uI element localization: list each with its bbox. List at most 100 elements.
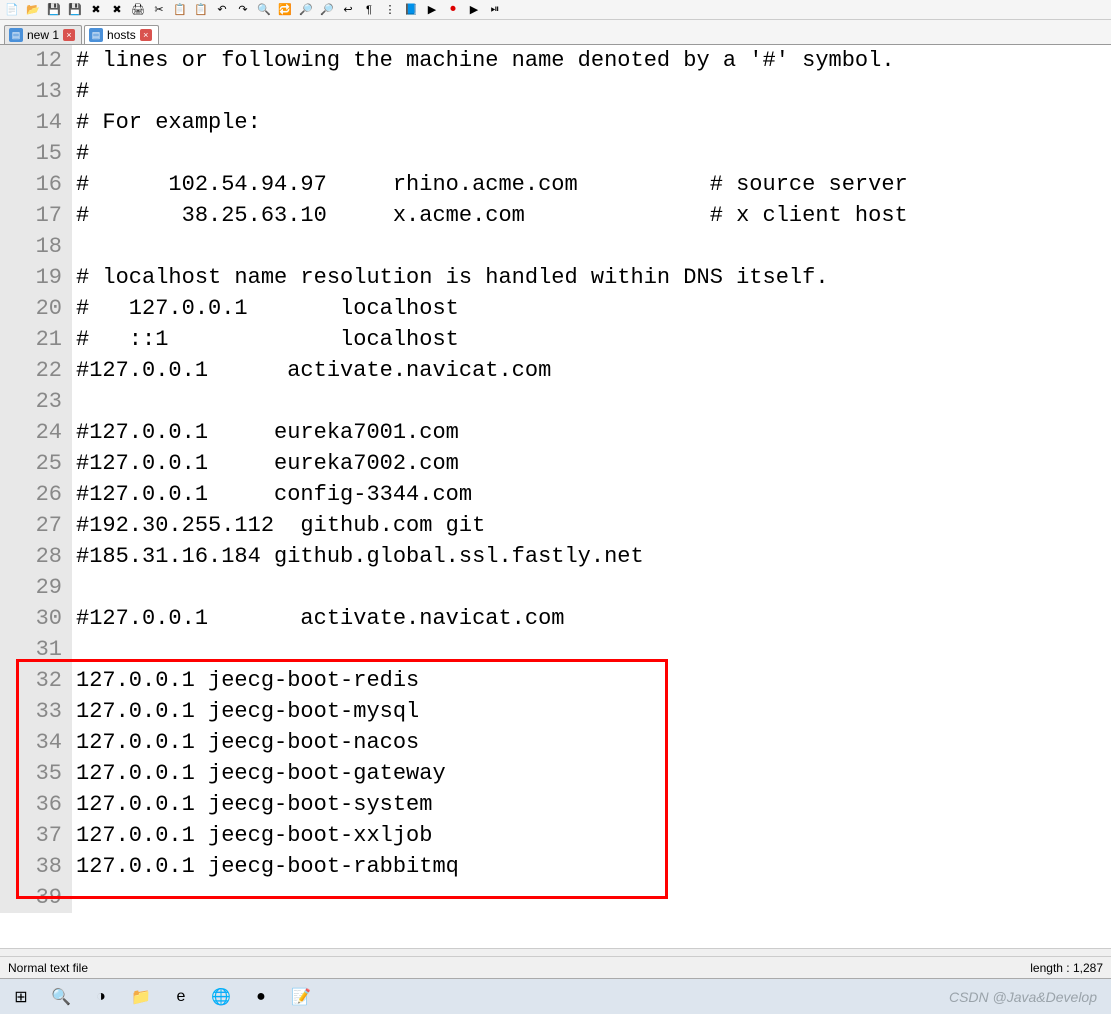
tab-new-1[interactable]: ▤new 1× — [4, 25, 82, 44]
new-file-icon[interactable]: 📄 — [4, 2, 20, 18]
code-line[interactable]: 16# 102.54.94.97 rhino.acme.com # source… — [0, 169, 1111, 200]
line-number: 36 — [0, 789, 72, 820]
code-line[interactable]: 14# For example: — [0, 107, 1111, 138]
file-explorer-icon[interactable]: 📁 — [124, 982, 158, 1012]
code-line[interactable]: 23 — [0, 386, 1111, 417]
line-content[interactable]: #127.0.0.1 eureka7001.com — [72, 417, 459, 448]
copilot-icon[interactable]: ◑ — [84, 982, 118, 1012]
code-line[interactable]: 20# 127.0.0.1 localhost — [0, 293, 1111, 324]
line-content[interactable]: # For example: — [72, 107, 261, 138]
line-content[interactable]: # lines or following the machine name de… — [72, 45, 895, 76]
find-icon[interactable]: 🔍 — [256, 2, 272, 18]
close-tab-icon[interactable]: × — [140, 29, 152, 41]
code-line[interactable]: 21# ::1 localhost — [0, 324, 1111, 355]
line-content[interactable]: #127.0.0.1 activate.navicat.com — [72, 355, 551, 386]
line-content[interactable] — [72, 231, 76, 262]
line-content[interactable]: # localhost name resolution is handled w… — [72, 262, 829, 293]
line-content[interactable]: #185.31.16.184 github.global.ssl.fastly.… — [72, 541, 644, 572]
code-line[interactable]: 29 — [0, 572, 1111, 603]
replace-icon[interactable]: 🔁 — [277, 2, 293, 18]
code-line[interactable]: 19# localhost name resolution is handled… — [0, 262, 1111, 293]
code-line[interactable]: 28#185.31.16.184 github.global.ssl.fastl… — [0, 541, 1111, 572]
open-folder-icon[interactable]: 📂 — [25, 2, 41, 18]
print-icon[interactable]: 🖨 — [130, 2, 146, 18]
line-content[interactable]: # ::1 localhost — [72, 324, 459, 355]
code-line[interactable]: 24#127.0.0.1 eureka7001.com — [0, 417, 1111, 448]
line-content[interactable]: #192.30.255.112 github.com git — [72, 510, 485, 541]
line-content[interactable]: # — [72, 76, 89, 107]
indent-guide-icon[interactable]: ⋮ — [382, 2, 398, 18]
save-icon[interactable]: 💾 — [46, 2, 62, 18]
search-icon[interactable]: 🔍 — [44, 982, 78, 1012]
line-content[interactable] — [72, 386, 76, 417]
copy-icon[interactable]: 📋 — [172, 2, 188, 18]
code-line[interactable]: 35127.0.0.1 jeecg-boot-gateway — [0, 758, 1111, 789]
notepadpp-icon[interactable]: 📝 — [284, 982, 318, 1012]
start-icon[interactable]: ⊞ — [4, 982, 38, 1012]
line-content[interactable]: 127.0.0.1 jeecg-boot-gateway — [72, 758, 446, 789]
code-line[interactable]: 33127.0.0.1 jeecg-boot-mysql — [0, 696, 1111, 727]
edge-icon[interactable]: 🌐 — [204, 982, 238, 1012]
close-tab-icon[interactable]: × — [63, 29, 75, 41]
line-content[interactable]: #127.0.0.1 config-3344.com — [72, 479, 472, 510]
chrome-icon[interactable]: ● — [244, 982, 278, 1012]
code-line[interactable]: 17# 38.25.63.10 x.acme.com # x client ho… — [0, 200, 1111, 231]
line-content[interactable]: 127.0.0.1 jeecg-boot-mysql — [72, 696, 419, 727]
code-line[interactable]: 31 — [0, 634, 1111, 665]
line-content[interactable]: 127.0.0.1 jeecg-boot-rabbitmq — [72, 851, 459, 882]
save-all-icon[interactable]: 💾 — [67, 2, 83, 18]
editor-area[interactable]: 12# lines or following the machine name … — [0, 45, 1111, 948]
line-content[interactable] — [72, 572, 76, 603]
tab-label: new 1 — [27, 28, 59, 42]
code-line[interactable]: 38127.0.0.1 jeecg-boot-rabbitmq — [0, 851, 1111, 882]
code-line[interactable]: 37127.0.0.1 jeecg-boot-xxljob — [0, 820, 1111, 851]
line-content[interactable]: 127.0.0.1 jeecg-boot-system — [72, 789, 432, 820]
undo-icon[interactable]: ↶ — [214, 2, 230, 18]
close-all-icon[interactable]: ✖ — [109, 2, 125, 18]
code-line[interactable]: 15# — [0, 138, 1111, 169]
code-line[interactable]: 32127.0.0.1 jeecg-boot-redis — [0, 665, 1111, 696]
code-line[interactable]: 25#127.0.0.1 eureka7002.com — [0, 448, 1111, 479]
ie-icon[interactable]: e — [164, 982, 198, 1012]
code-line[interactable]: 34127.0.0.1 jeecg-boot-nacos — [0, 727, 1111, 758]
code-line[interactable]: 12# lines or following the machine name … — [0, 45, 1111, 76]
record-icon[interactable]: ⏺ — [445, 2, 461, 18]
line-number: 16 — [0, 169, 72, 200]
cut-icon[interactable]: ✂ — [151, 2, 167, 18]
line-number: 22 — [0, 355, 72, 386]
line-content[interactable]: # 127.0.0.1 localhost — [72, 293, 459, 324]
wrap-icon[interactable]: ↩ — [340, 2, 356, 18]
macro-icon[interactable]: ⏯ — [487, 2, 503, 18]
code-line[interactable]: 30#127.0.0.1 activate.navicat.com — [0, 603, 1111, 634]
line-content[interactable]: #127.0.0.1 eureka7002.com — [72, 448, 459, 479]
close-icon[interactable]: ✖ — [88, 2, 104, 18]
line-content[interactable] — [72, 882, 76, 913]
line-number: 24 — [0, 417, 72, 448]
code-line[interactable]: 39 — [0, 882, 1111, 913]
windows-taskbar: ⊞🔍◑📁e🌐●📝 CSDN @Java&Develop — [0, 978, 1111, 1014]
line-content[interactable]: # — [72, 138, 89, 169]
code-line[interactable]: 26#127.0.0.1 config-3344.com — [0, 479, 1111, 510]
line-content[interactable]: #127.0.0.1 activate.navicat.com — [72, 603, 564, 634]
line-number: 19 — [0, 262, 72, 293]
line-content[interactable] — [72, 634, 76, 665]
code-line[interactable]: 36127.0.0.1 jeecg-boot-system — [0, 789, 1111, 820]
code-line[interactable]: 27#192.30.255.112 github.com git — [0, 510, 1111, 541]
code-line[interactable]: 22#127.0.0.1 activate.navicat.com — [0, 355, 1111, 386]
paste-icon[interactable]: 📋 — [193, 2, 209, 18]
play-icon[interactable]: ▶ — [466, 2, 482, 18]
line-content[interactable]: 127.0.0.1 jeecg-boot-redis — [72, 665, 419, 696]
line-content[interactable]: 127.0.0.1 jeecg-boot-nacos — [72, 727, 419, 758]
tab-hosts[interactable]: ▤hosts× — [84, 25, 159, 44]
code-line[interactable]: 13# — [0, 76, 1111, 107]
line-content[interactable]: # 102.54.94.97 rhino.acme.com # source s… — [72, 169, 908, 200]
zoom-in-icon[interactable]: 🔎 — [298, 2, 314, 18]
code-line[interactable]: 18 — [0, 231, 1111, 262]
redo-icon[interactable]: ↷ — [235, 2, 251, 18]
zoom-out-icon[interactable]: 🔎 — [319, 2, 335, 18]
show-chars-icon[interactable]: ¶ — [361, 2, 377, 18]
line-content[interactable]: 127.0.0.1 jeecg-boot-xxljob — [72, 820, 432, 851]
lang-icon[interactable]: 📘 — [403, 2, 419, 18]
line-content[interactable]: # 38.25.63.10 x.acme.com # x client host — [72, 200, 908, 231]
run-icon[interactable]: ▶ — [424, 2, 440, 18]
